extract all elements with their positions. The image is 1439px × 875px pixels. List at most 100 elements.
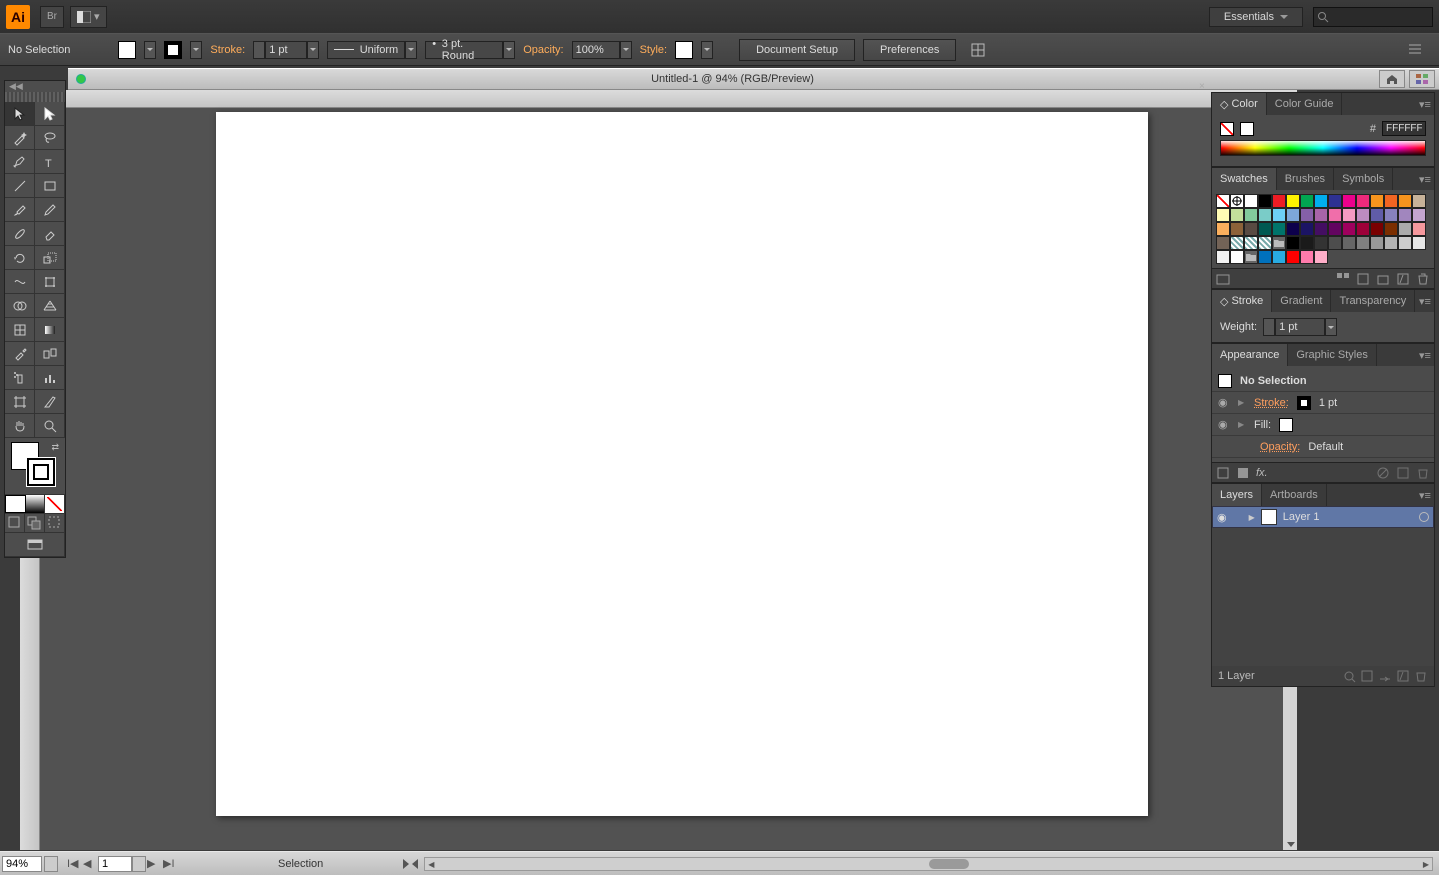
fill-attr-swatch[interactable]	[1279, 418, 1293, 432]
swatch-cell[interactable]	[1286, 222, 1300, 236]
swatch-cell[interactable]	[1370, 194, 1384, 208]
swatch-cell[interactable]	[1370, 208, 1384, 222]
swatch-cell[interactable]	[1328, 236, 1342, 250]
search-input[interactable]	[1313, 7, 1433, 27]
none-mode-button[interactable]	[45, 495, 65, 513]
tab-color[interactable]: ◇Color	[1212, 93, 1267, 115]
swatch-cell[interactable]	[1258, 236, 1272, 250]
artboard-tool[interactable]	[5, 390, 35, 414]
swatch-cell[interactable]	[1328, 222, 1342, 236]
weight-field[interactable]	[1263, 318, 1337, 336]
swatch-cell[interactable]	[1230, 236, 1244, 250]
brush-dropdown[interactable]: • 3 pt. Round	[425, 41, 515, 59]
arrange-icon[interactable]	[1409, 70, 1435, 88]
draw-inside-button[interactable]	[45, 514, 65, 532]
opacity-attr-label[interactable]: Opacity:	[1260, 441, 1300, 453]
swatch-cell[interactable]	[1412, 222, 1426, 236]
perspective-grid-tool[interactable]	[35, 294, 65, 318]
make-clip-icon[interactable]	[1360, 669, 1374, 683]
opacity-input[interactable]	[572, 41, 620, 59]
opacity-label[interactable]: Opacity:	[523, 44, 563, 56]
canvas-area[interactable]	[20, 90, 1297, 850]
gradient-mode-button[interactable]	[26, 495, 46, 513]
swatch-cell[interactable]	[1230, 222, 1244, 236]
delete-icon[interactable]	[1416, 466, 1430, 480]
stroke-weight-input[interactable]	[265, 41, 307, 59]
draw-normal-button[interactable]	[5, 514, 25, 532]
tab-stroke[interactable]: ◇Stroke	[1212, 290, 1272, 312]
document-setup-button[interactable]: Document Setup	[739, 39, 855, 61]
appearance-opacity-row[interactable]: Opacity: Default	[1212, 436, 1434, 458]
add-stroke-icon[interactable]	[1216, 466, 1230, 480]
swatch-cell[interactable]	[1314, 222, 1328, 236]
locate-icon[interactable]	[1342, 669, 1356, 683]
swatch-cell[interactable]	[1300, 208, 1314, 222]
new-sublayer-icon[interactable]	[1378, 669, 1392, 683]
weight-menu[interactable]	[1325, 318, 1337, 336]
zoom-input[interactable]	[2, 856, 42, 872]
panel-collapse-icon[interactable]: ◀◀	[5, 81, 65, 92]
tab-brushes[interactable]: Brushes	[1277, 168, 1334, 190]
artboard-number-input[interactable]	[98, 856, 132, 872]
lasso-tool[interactable]	[35, 126, 65, 150]
weight-input[interactable]	[1275, 318, 1325, 336]
arrange-docs-button[interactable]: ▾	[70, 6, 107, 28]
control-bar-menu-icon[interactable]	[1407, 41, 1431, 59]
align-to-icon[interactable]	[970, 42, 990, 58]
swatch-cell[interactable]	[1230, 208, 1244, 222]
zoom-menu[interactable]	[44, 856, 58, 872]
visibility-icon[interactable]: ◉	[1218, 418, 1230, 431]
status-menu-icon[interactable]	[403, 859, 409, 869]
swatch-cell[interactable]	[1384, 208, 1398, 222]
panel-menu-icon[interactable]: ▾≡	[1416, 290, 1434, 312]
last-artboard-button[interactable]: ▶I	[163, 857, 177, 871]
panel-menu-icon[interactable]: ▾≡	[1416, 344, 1434, 366]
pen-tool[interactable]	[5, 150, 35, 174]
swatch-cell[interactable]	[1300, 222, 1314, 236]
visibility-icon[interactable]: ◉	[1217, 511, 1227, 524]
traffic-light-close[interactable]	[76, 74, 86, 84]
fill-swatch[interactable]	[118, 41, 136, 59]
add-fill-icon[interactable]	[1236, 466, 1250, 480]
appearance-stroke-row[interactable]: ◉ ▶ Stroke: 1 pt	[1212, 392, 1434, 414]
swatch-cell[interactable]	[1216, 194, 1230, 208]
shape-builder-tool[interactable]	[5, 294, 35, 318]
scale-tool[interactable]	[35, 246, 65, 270]
fill-swatch-menu[interactable]	[144, 41, 156, 59]
swatch-cell[interactable]	[1216, 236, 1230, 250]
delete-layer-icon[interactable]	[1414, 669, 1428, 683]
appearance-fill-row[interactable]: ◉ ▶ Fill:	[1212, 414, 1434, 436]
swatch-cell[interactable]	[1244, 194, 1258, 208]
layer-name[interactable]: Layer 1	[1283, 511, 1320, 523]
panel-menu-icon[interactable]: ▾≡	[1416, 484, 1434, 506]
swatch-cell[interactable]	[1412, 208, 1426, 222]
workspace-switcher[interactable]: Essentials	[1209, 7, 1303, 27]
symbol-sprayer-tool[interactable]	[5, 366, 35, 390]
tab-swatches[interactable]: Swatches	[1212, 168, 1277, 190]
swatch-cell[interactable]	[1300, 236, 1314, 250]
layer-row[interactable]: ◉ ▶ Layer 1	[1212, 506, 1434, 528]
draw-behind-button[interactable]	[25, 514, 45, 532]
tab-artboards[interactable]: Artboards	[1262, 484, 1327, 506]
column-graph-tool[interactable]	[35, 366, 65, 390]
disclosure-icon[interactable]: ▶	[1249, 513, 1255, 522]
swatch-options-icon[interactable]	[1356, 272, 1370, 286]
blend-tool[interactable]	[35, 342, 65, 366]
swatch-cell[interactable]	[1216, 222, 1230, 236]
disclosure-icon[interactable]: ▶	[1238, 420, 1246, 429]
paintbrush-tool[interactable]	[5, 198, 35, 222]
stroke-weight-field[interactable]	[253, 41, 319, 59]
free-transform-tool[interactable]	[35, 270, 65, 294]
swatch-cell[interactable]	[1216, 208, 1230, 222]
color-spectrum[interactable]	[1220, 140, 1426, 156]
horizontal-scrollbar[interactable]: ◀▶	[424, 857, 1433, 871]
tab-gradient[interactable]: Gradient	[1272, 290, 1331, 312]
swatch-cell[interactable]	[1244, 236, 1258, 250]
fill-proxy-none-icon[interactable]	[1220, 122, 1234, 136]
swatch-cell[interactable]	[1244, 250, 1258, 264]
swatch-cell[interactable]	[1230, 194, 1244, 208]
home-icon[interactable]	[1379, 70, 1405, 88]
new-layer-icon[interactable]	[1396, 669, 1410, 683]
rectangle-tool[interactable]	[35, 174, 65, 198]
rotate-tool[interactable]	[5, 246, 35, 270]
